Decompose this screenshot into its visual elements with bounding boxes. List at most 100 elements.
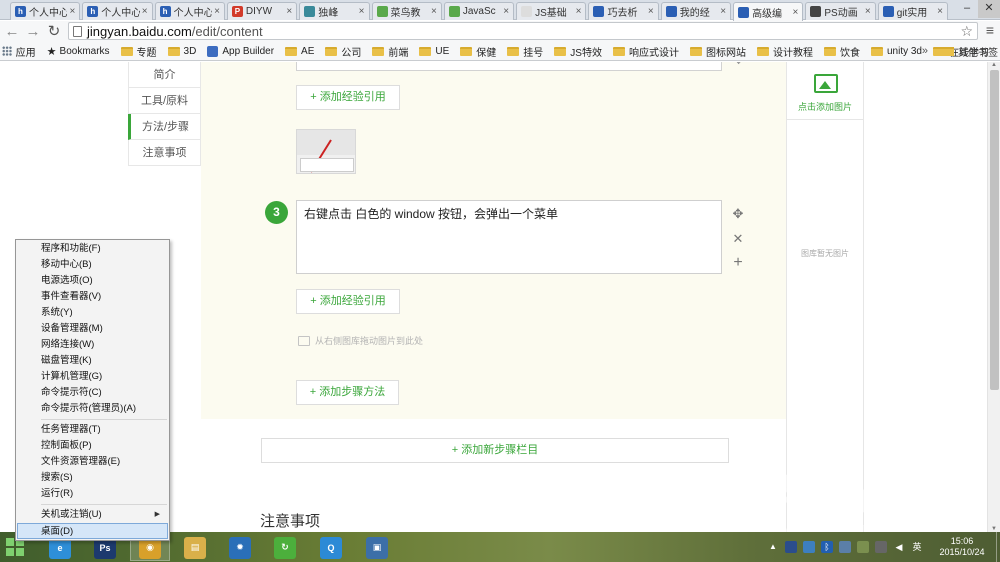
bookmark-item[interactable]: 饮食 bbox=[823, 44, 860, 59]
browser-tab[interactable]: 菜鸟教 × bbox=[371, 2, 442, 20]
context-menu-item[interactable]: 运行(R) bbox=[16, 486, 169, 502]
browser-tab[interactable]: JavaSc × bbox=[443, 2, 515, 20]
browser-tab[interactable]: 独峰 × bbox=[299, 2, 370, 20]
context-menu-item[interactable]: 移动中心(B) bbox=[16, 257, 169, 273]
bookmark-item[interactable]: 应用 bbox=[1, 44, 36, 59]
context-menu-item[interactable]: 桌面(D) bbox=[17, 523, 168, 539]
context-menu-item[interactable]: 事件查看器(V) bbox=[16, 289, 169, 305]
taskbar-app-button[interactable]: Q bbox=[311, 534, 351, 561]
tab-close-icon[interactable]: × bbox=[286, 6, 292, 17]
bookmark-item[interactable]: 前端 bbox=[372, 44, 408, 59]
browser-tab[interactable]: PS动画 × bbox=[805, 2, 876, 20]
side-nav-item[interactable]: 简介 bbox=[128, 62, 201, 88]
tab-close-icon[interactable]: × bbox=[359, 6, 365, 17]
browser-tab[interactable]: 巧去析 × bbox=[588, 2, 659, 20]
taskbar-app-button[interactable]: ✹ bbox=[220, 534, 260, 561]
side-nav-item[interactable]: 方法/步骤 bbox=[128, 114, 201, 140]
bookmark-item[interactable]: 设计教程 bbox=[756, 44, 813, 59]
tab-close-icon[interactable]: × bbox=[69, 6, 75, 17]
context-menu-item[interactable]: 控制面板(P) bbox=[16, 438, 169, 454]
bookmark-item[interactable]: 保健 bbox=[460, 44, 496, 59]
context-menu-item[interactable]: 命令提示符(管理员)(A) bbox=[16, 401, 169, 417]
bookmark-item[interactable]: 公司 bbox=[325, 44, 361, 59]
tab-close-icon[interactable]: × bbox=[503, 6, 509, 17]
step-image-thumbnail[interactable] bbox=[296, 129, 356, 174]
show-hidden-icons[interactable]: ▲ bbox=[767, 541, 779, 553]
scrollbar-thumb[interactable] bbox=[990, 70, 999, 390]
context-menu-item[interactable]: 电源选项(O) bbox=[16, 273, 169, 289]
context-menu-item[interactable]: 程序和功能(F) bbox=[16, 241, 169, 257]
close-window-button[interactable]: ✕ bbox=[978, 0, 1000, 18]
bluetooth-icon[interactable]: ᛒ bbox=[821, 541, 833, 553]
side-nav-item[interactable]: 工具/原料 bbox=[128, 88, 201, 114]
context-menu-item[interactable]: 搜索(S) bbox=[16, 470, 169, 486]
context-menu-item[interactable]: 系统(Y) bbox=[16, 305, 169, 321]
tab-close-icon[interactable]: × bbox=[793, 7, 799, 18]
browser-tab[interactable]: git实用 × bbox=[877, 2, 948, 20]
tab-close-icon[interactable]: × bbox=[214, 6, 220, 17]
bookmark-item[interactable]: 挂号 bbox=[507, 44, 543, 59]
tab-close-icon[interactable]: × bbox=[720, 6, 726, 17]
context-menu-item[interactable]: 命令提示符(C) bbox=[16, 385, 169, 401]
browser-tab[interactable]: h 个人中心 × bbox=[82, 2, 153, 20]
tab-close-icon[interactable]: × bbox=[431, 6, 437, 17]
clock[interactable]: 15:06 2015/10/24 bbox=[930, 536, 994, 558]
bookmark-item[interactable]: 3D bbox=[167, 46, 196, 57]
minimize-button[interactable]: – bbox=[956, 0, 978, 18]
browser-tab[interactable]: 我的经 × bbox=[660, 2, 732, 20]
browser-tab[interactable]: JS基础 × bbox=[516, 2, 587, 20]
context-menu-item[interactable]: 计算机管理(G) bbox=[16, 369, 169, 385]
tray-app-icon[interactable] bbox=[785, 541, 797, 553]
context-menu-item[interactable]: 任务管理器(T) bbox=[16, 422, 169, 438]
bookmark-star-icon[interactable]: ☆ bbox=[960, 23, 973, 40]
context-menu-item[interactable]: 设备管理器(M) bbox=[16, 321, 169, 337]
network-icon[interactable] bbox=[875, 541, 887, 553]
step-text-editor[interactable]: 右键点击 白色的 window 按钮，会弹出一个菜单 bbox=[296, 200, 722, 274]
add-step-button[interactable]: + 添加步骤方法 bbox=[296, 380, 399, 405]
taskbar-app-button[interactable]: ▣ bbox=[357, 534, 397, 561]
tab-close-icon[interactable]: × bbox=[648, 6, 654, 17]
context-menu-item[interactable]: 磁盘管理(K) bbox=[16, 353, 169, 369]
tab-close-icon[interactable]: × bbox=[937, 6, 943, 17]
browser-tab[interactable]: 高级编 × bbox=[733, 2, 804, 21]
bookmark-item[interactable]: unity 3d bbox=[870, 46, 922, 57]
taskbar-app-button[interactable]: ↻ bbox=[265, 534, 305, 561]
input-language[interactable]: 英 bbox=[911, 541, 923, 553]
tab-close-icon[interactable]: × bbox=[865, 6, 871, 17]
bookmark-item[interactable]: AE bbox=[285, 46, 314, 57]
volume-icon[interactable]: ◀ bbox=[893, 541, 905, 553]
tray-flag-icon[interactable] bbox=[857, 541, 869, 553]
other-bookmarks[interactable]: 其他书签 bbox=[942, 44, 998, 59]
browser-tab[interactable]: P DIYW × bbox=[226, 2, 298, 20]
scroll-up-icon[interactable]: ▲ bbox=[988, 62, 1000, 68]
bookmark-item[interactable]: 响应式设计 bbox=[612, 44, 679, 59]
show-desktop-button[interactable] bbox=[996, 532, 1000, 562]
drag-handle-icon[interactable]: ✥ bbox=[734, 62, 743, 67]
taskbar-app-button[interactable]: ▤ bbox=[175, 534, 215, 561]
bookmark-item[interactable]: 专题 bbox=[120, 44, 157, 59]
chrome-menu-icon[interactable]: ≡ bbox=[983, 22, 997, 38]
bookmark-item[interactable]: 图标网站 bbox=[689, 44, 746, 59]
add-experience-ref-button-2[interactable]: + 添加经验引用 bbox=[296, 289, 400, 314]
tab-close-icon[interactable]: × bbox=[142, 6, 148, 17]
page-info-icon[interactable] bbox=[73, 25, 82, 37]
add-image-button[interactable]: 点击添加图片 bbox=[787, 62, 863, 120]
context-menu-item[interactable]: 网络连接(W) bbox=[16, 337, 169, 353]
browser-tab[interactable]: h 个人中心 × bbox=[154, 2, 225, 20]
tray-monitor-icon[interactable] bbox=[839, 541, 851, 553]
tab-close-icon[interactable]: × bbox=[576, 6, 582, 17]
add-experience-ref-button[interactable]: + 添加经验引用 bbox=[296, 85, 400, 110]
back-button[interactable]: ← bbox=[3, 23, 21, 41]
move-step-icon[interactable]: ✥ bbox=[731, 206, 745, 222]
context-menu-item[interactable]: 关机或注销(U) ▶ bbox=[16, 507, 169, 523]
add-step-section-button[interactable]: + 添加新步骤栏目 bbox=[261, 438, 729, 463]
bookmark-item[interactable]: UE bbox=[419, 46, 449, 57]
address-bar[interactable]: jingyan.baidu.com/edit/content ☆ bbox=[68, 22, 978, 40]
delete-step-icon[interactable]: ✕ bbox=[731, 231, 745, 247]
reload-button[interactable]: ↻ bbox=[45, 23, 63, 41]
bookmark-item[interactable]: App Builder bbox=[207, 45, 274, 57]
context-menu-item[interactable]: 文件资源管理器(E) bbox=[16, 454, 169, 470]
bookmarks-overflow-icon[interactable]: » bbox=[922, 45, 928, 57]
previous-step-textarea[interactable] bbox=[296, 62, 722, 71]
forward-button[interactable]: → bbox=[24, 23, 42, 41]
